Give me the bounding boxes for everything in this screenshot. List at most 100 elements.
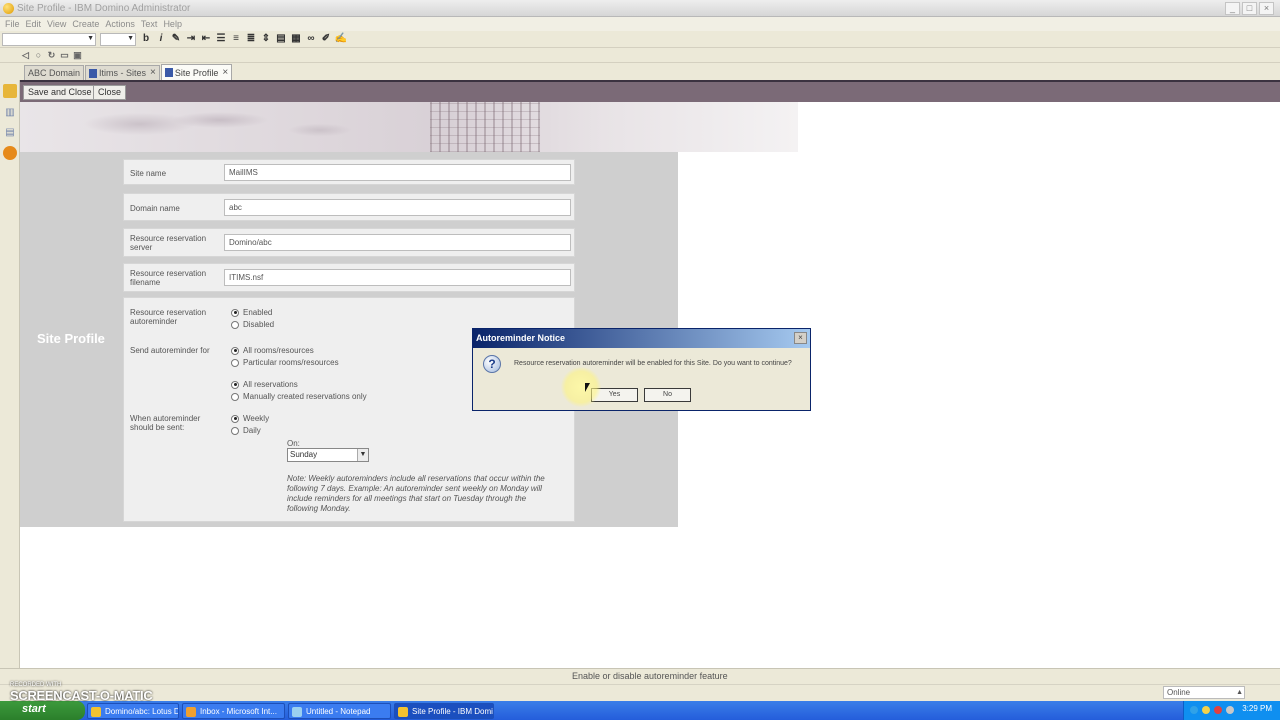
- chevron-down-icon: ▲: [1236, 689, 1243, 696]
- radio-particular-rooms[interactable]: Particular rooms/resources: [231, 358, 339, 367]
- italic-icon[interactable]: i: [154, 32, 168, 46]
- taskbar: start Domino/abc: Lotus D... Inbox - Mic…: [0, 701, 1280, 720]
- refresh-icon[interactable]: ↻: [46, 49, 57, 61]
- tab-label: Site Profile: [174, 67, 219, 78]
- back-icon[interactable]: ◁: [20, 49, 31, 61]
- menu-create[interactable]: Create: [72, 17, 99, 31]
- autoreminder-dialog: Autoreminder Notice × ? Resource reserva…: [472, 328, 811, 411]
- link-icon[interactable]: ∞: [304, 32, 318, 46]
- close-icon[interactable]: ×: [150, 66, 156, 80]
- border-icon[interactable]: ▤: [274, 32, 288, 46]
- save-and-close-button[interactable]: Save and Close: [23, 85, 97, 100]
- radio-enabled[interactable]: Enabled: [231, 308, 272, 317]
- bold-icon[interactable]: b: [139, 32, 153, 46]
- align-icon[interactable]: ≣: [244, 32, 258, 46]
- tab-itims-sites[interactable]: Itims - Sites ×: [85, 65, 160, 80]
- radio-all-rooms[interactable]: All rooms/resources: [231, 346, 314, 355]
- print-icon[interactable]: ▭: [59, 49, 70, 61]
- font-size-combo[interactable]: ▼: [100, 33, 136, 46]
- radio-manual-reservations[interactable]: Manually created reservations only: [231, 392, 367, 401]
- menu-text[interactable]: Text: [141, 17, 158, 31]
- menu-view[interactable]: View: [47, 17, 66, 31]
- banner-image: [20, 102, 798, 152]
- menu-edit[interactable]: Edit: [26, 17, 42, 31]
- menu-file[interactable]: File: [5, 17, 20, 31]
- search-icon[interactable]: ○: [33, 49, 44, 61]
- notes-tray-icon[interactable]: [1202, 706, 1210, 714]
- site-name-label: Site name: [130, 169, 167, 178]
- autoreminder-label: Resource reservation autoreminder: [130, 308, 207, 326]
- volume-icon[interactable]: [1226, 706, 1234, 714]
- tab-abc-domain[interactable]: ABC Domain: [24, 65, 85, 80]
- numbering-icon[interactable]: ≡: [229, 32, 243, 46]
- status-bar: Enable or disable autoreminder feature: [0, 668, 1280, 684]
- site-name-row: Site name MailIMS: [123, 159, 575, 185]
- send-for-label: Send autoreminder for: [130, 346, 210, 355]
- task-site-profile[interactable]: Site Profile - IBM Domi...: [394, 703, 494, 719]
- rr-filename-label: Resource reservation filename: [130, 269, 207, 287]
- start-button[interactable]: start: [0, 701, 85, 720]
- close-window-button[interactable]: ×: [1259, 2, 1274, 15]
- domino-app-icon: [3, 3, 14, 14]
- spacing-icon[interactable]: ⇕: [259, 32, 273, 46]
- network-icon[interactable]: [1190, 706, 1198, 714]
- pen-icon[interactable]: ✎: [169, 32, 183, 46]
- radio-weekly[interactable]: Weekly: [231, 414, 269, 423]
- cursor-highlight: [561, 367, 601, 407]
- clock: 3:29 PM: [1242, 704, 1272, 713]
- location-select[interactable]: Online ▲: [1163, 686, 1245, 699]
- radio-dot: [231, 308, 239, 317]
- indent-icon[interactable]: ⇥: [184, 32, 198, 46]
- domain-name-label: Domain name: [130, 204, 180, 213]
- database-icon: [89, 68, 98, 78]
- menu-help[interactable]: Help: [163, 17, 182, 31]
- save-icon[interactable]: ▣: [72, 49, 83, 61]
- task-inbox[interactable]: Inbox - Microsoft Int...: [182, 703, 285, 719]
- domain-name-field[interactable]: abc: [224, 199, 571, 216]
- weekly-note: Note: Weekly autoreminders include all r…: [287, 474, 545, 513]
- dialog-title: Autoreminder Notice: [476, 333, 566, 343]
- dialog-close-button[interactable]: ×: [794, 332, 807, 344]
- no-button[interactable]: No: [644, 388, 691, 402]
- rr-filename-field[interactable]: ITIMS.nsf: [224, 269, 571, 286]
- site-name-field[interactable]: MailIMS: [224, 164, 571, 181]
- highlight-icon[interactable]: ✍: [334, 32, 348, 46]
- radio-dot: [231, 414, 239, 423]
- outlook-icon: [186, 707, 196, 717]
- maximize-button[interactable]: □: [1242, 2, 1257, 15]
- task-domino[interactable]: Domino/abc: Lotus D...: [87, 703, 179, 719]
- radio-dot: [231, 426, 239, 435]
- menu-actions[interactable]: Actions: [105, 17, 135, 31]
- contacts-icon[interactable]: ▤: [3, 126, 17, 140]
- replicator-icon[interactable]: [3, 146, 17, 160]
- calendar-icon[interactable]: ▥: [3, 106, 17, 120]
- window-title: Site Profile - IBM Domino Administrator: [17, 3, 191, 14]
- tab-site-profile[interactable]: Site Profile ×: [160, 64, 233, 80]
- radio-daily[interactable]: Daily: [231, 426, 261, 435]
- close-button[interactable]: Close: [93, 85, 127, 100]
- table-icon[interactable]: ▦: [289, 32, 303, 46]
- formatting-toolbar: ▼ ▼ b i ✎ ⇥ ⇤ ☰ ≡ ≣ ⇕ ▤ ▦ ∞ ✐ ✍: [0, 31, 1280, 48]
- dialog-title-bar: Autoreminder Notice: [473, 329, 810, 348]
- domino-icon: [91, 707, 101, 717]
- notepad-icon: [292, 707, 302, 717]
- minimize-button[interactable]: _: [1225, 2, 1240, 15]
- window-tabs: ABC Domain Itims - Sites × Site Profile …: [20, 63, 1280, 80]
- radio-all-reservations[interactable]: All reservations: [231, 380, 298, 389]
- rr-server-field[interactable]: Domino/abc: [224, 234, 571, 251]
- radio-dot: [231, 358, 239, 367]
- radio-disabled[interactable]: Disabled: [231, 320, 274, 329]
- mail-icon[interactable]: [3, 84, 17, 98]
- security-icon[interactable]: [1214, 706, 1222, 714]
- font-name-combo[interactable]: ▼: [2, 33, 96, 46]
- permanent-pen-icon[interactable]: ✐: [319, 32, 333, 46]
- status-bar-2: Online ▲: [0, 684, 1280, 701]
- dialog-message: Resource reservation autoreminder will b…: [514, 360, 792, 367]
- task-notepad[interactable]: Untitled - Notepad: [288, 703, 391, 719]
- day-select[interactable]: Sunday ▼: [287, 448, 369, 462]
- bullets-icon[interactable]: ☰: [214, 32, 228, 46]
- domain-name-row: Domain name abc: [123, 193, 575, 221]
- close-icon[interactable]: ×: [222, 66, 228, 80]
- outdent-icon[interactable]: ⇤: [199, 32, 213, 46]
- rr-server-label: Resource reservation server: [130, 234, 207, 252]
